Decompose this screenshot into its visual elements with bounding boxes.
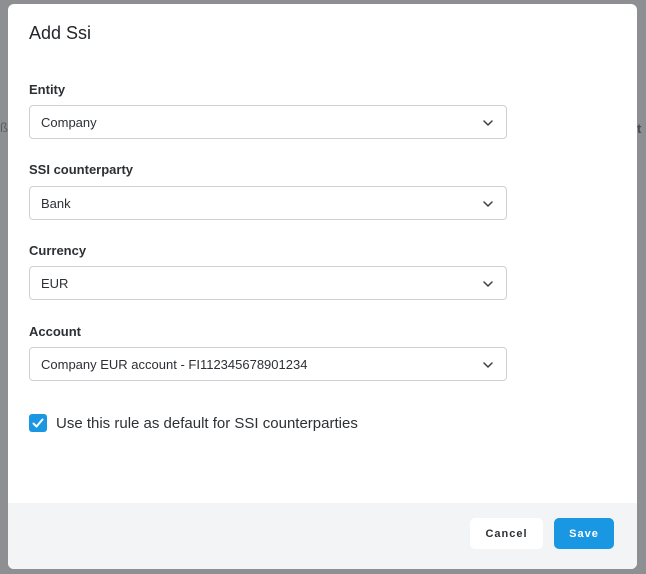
backdrop-text-fragment-right: t <box>637 121 642 136</box>
check-icon <box>32 418 44 428</box>
ssi-counterparty-select[interactable]: Bank <box>29 186 507 220</box>
default-rule-label: Use this rule as default for SSI counter… <box>56 415 358 432</box>
currency-select[interactable]: EUR <box>29 266 507 300</box>
ssi-counterparty-select-value: Bank <box>41 196 71 211</box>
entity-select[interactable]: Company <box>29 105 507 139</box>
add-ssi-dialog: Add Ssi Entity Company SSI counterparty … <box>8 4 637 569</box>
dialog-footer: Cancel Save <box>8 503 637 569</box>
account-select-value: Company EUR account - FI112345678901234 <box>41 357 308 372</box>
entity-label: Entity <box>29 82 66 97</box>
backdrop-text-fragment-left: ß <box>0 120 8 135</box>
default-rule-checkbox[interactable] <box>29 414 47 432</box>
chevron-down-icon <box>483 201 493 207</box>
chevron-down-icon <box>483 281 493 287</box>
currency-label: Currency <box>29 243 87 258</box>
save-button[interactable]: Save <box>554 518 614 549</box>
entity-select-value: Company <box>41 115 97 130</box>
account-select[interactable]: Company EUR account - FI112345678901234 <box>29 347 507 381</box>
cancel-button[interactable]: Cancel <box>470 518 543 549</box>
account-label: Account <box>29 324 81 339</box>
chevron-down-icon <box>483 362 493 368</box>
ssi-counterparty-label: SSI counterparty <box>29 162 134 177</box>
currency-select-value: EUR <box>41 276 69 291</box>
chevron-down-icon <box>483 120 493 126</box>
dialog-title: Add Ssi <box>29 23 92 43</box>
